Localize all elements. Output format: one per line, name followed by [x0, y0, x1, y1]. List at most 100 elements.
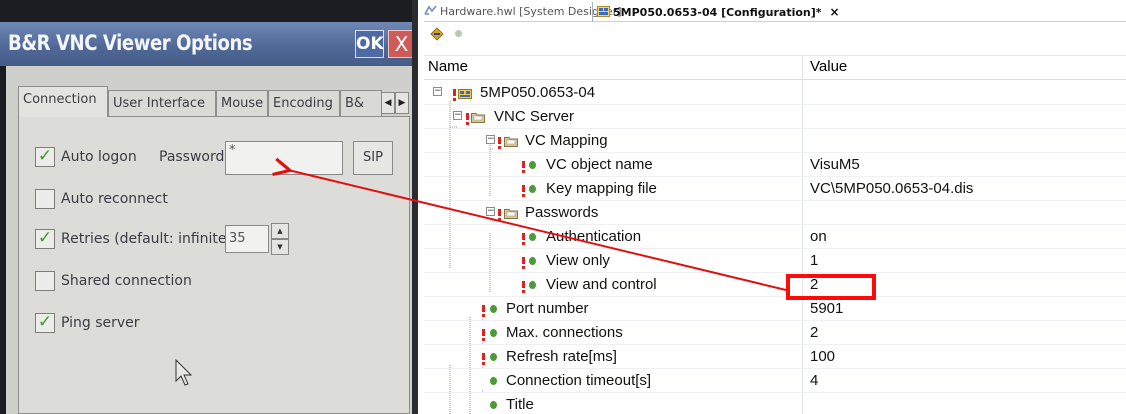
parameter-icon [490, 353, 497, 361]
parameter-icon [490, 329, 497, 337]
row-name: Max. connections [506, 324, 623, 341]
tab-label: 5MP050.0653-04 [Configuration]* [613, 6, 822, 19]
row-value[interactable]: 4 [810, 372, 818, 389]
tree-row-refresh-rate[interactable]: Refresh rate[ms] 100 [424, 345, 1126, 369]
parameter-icon [529, 233, 536, 241]
tab-strip: Connection User Interface Mouse Encoding… [18, 86, 410, 117]
tab-mouse[interactable]: Mouse [216, 90, 268, 116]
row-name: Title [506, 396, 534, 413]
error-marker-icon [522, 181, 525, 197]
close-button[interactable]: X [388, 30, 415, 58]
retries-checkbox[interactable]: ✓ [35, 229, 55, 249]
error-marker-icon [482, 325, 485, 341]
spin-down-icon[interactable]: ▼ [271, 239, 289, 255]
row-name: VNC Server [494, 108, 575, 125]
auto-reconnect-label: Auto reconnect [61, 191, 168, 207]
value-column-header[interactable]: Value [810, 58, 847, 75]
tree-row-title[interactable]: Title [424, 393, 1126, 414]
mouse-pointer-icon [175, 359, 193, 386]
auto-reconnect-checkbox[interactable] [35, 189, 55, 209]
error-marker-icon [522, 277, 525, 293]
error-marker-icon [453, 85, 456, 101]
spin-up-icon[interactable]: ▲ [271, 223, 289, 239]
check-icon: ✓ [37, 146, 53, 166]
tab-scroll-left-icon[interactable]: ◀ [381, 92, 395, 114]
row-name: Connection timeout[s] [506, 372, 652, 389]
auto-logon-checkbox[interactable]: ✓ [35, 147, 55, 167]
tab-encoding[interactable]: Encoding [268, 90, 340, 116]
document-tab-strip: Hardware.hwl [System Designer] 5MP050.06… [424, 0, 1126, 22]
row-value[interactable]: 2 [810, 324, 818, 341]
row-name: Key mapping file [546, 180, 657, 197]
tree-row-device[interactable]: − 5MP050.0653-04 [424, 81, 1126, 105]
row-name: 5MP050.0653-04 [480, 84, 596, 101]
row-name: Authentication [546, 228, 642, 245]
tree-row-vnc-server[interactable]: − VNC Server [424, 105, 1126, 129]
tab-more[interactable]: B& [340, 90, 382, 116]
error-marker-icon [498, 205, 501, 221]
retries-input[interactable]: 35 [225, 225, 269, 253]
tab-scroll-buttons: ◀ ▶ [381, 92, 409, 114]
error-marker-icon [522, 229, 525, 245]
ping-server-label: Ping server [61, 315, 140, 331]
folder-icon [471, 113, 485, 123]
tab-configuration[interactable]: 5MP050.0653-04 [Configuration]* × [592, 2, 862, 22]
collapse-icon[interactable]: − [486, 207, 495, 216]
check-icon: ✓ [37, 228, 53, 248]
tab-user-interface[interactable]: User Interface [108, 90, 216, 116]
ok-button[interactable]: OK [355, 30, 384, 58]
tree-row-connection-timeout[interactable]: Connection timeout[s] 4 [424, 369, 1126, 393]
parameter-icon [529, 281, 536, 289]
error-marker-icon [482, 301, 485, 317]
sip-button[interactable]: SIP [353, 141, 393, 175]
password-input[interactable]: * [225, 141, 343, 175]
tab-scroll-right-icon[interactable]: ▶ [395, 92, 409, 114]
row-value[interactable]: 100 [810, 348, 835, 365]
row-value[interactable]: 5901 [810, 300, 843, 317]
tree-row-max-connections[interactable]: Max. connections 2 [424, 321, 1126, 345]
ping-server-checkbox[interactable]: ✓ [35, 313, 55, 333]
tree-row-key-mapping-file[interactable]: Key mapping file VC\5MP050.0653-04.dis [424, 177, 1126, 201]
row-value[interactable]: VisuM5 [810, 156, 860, 173]
tree-row-view-only[interactable]: View only 1 [424, 249, 1126, 273]
retries-label: Retries (default: infinite): [61, 231, 237, 247]
highlight-box [786, 274, 876, 300]
error-marker-icon [522, 253, 525, 269]
collapse-icon[interactable]: − [486, 135, 495, 144]
shared-connection-label: Shared connection [61, 273, 192, 289]
vnc-viewer-options-dialog: B&R VNC Viewer Options OK X Connection U… [0, 0, 418, 414]
parameter-icon [529, 257, 536, 265]
error-marker-icon [482, 349, 485, 365]
collapse-icon[interactable]: − [433, 87, 442, 96]
system-designer-icon [424, 5, 437, 15]
tree-row-vc-object-name[interactable]: VC object name VisuM5 [424, 153, 1126, 177]
dialog-body: Connection User Interface Mouse Encoding… [6, 66, 412, 414]
device-icon [458, 89, 472, 99]
error-marker-icon [498, 133, 501, 149]
parameter-icon [490, 377, 497, 385]
parameter-icon [529, 161, 536, 169]
row-value[interactable]: 1 [810, 252, 818, 269]
row-name: VC Mapping [525, 132, 608, 149]
row-value[interactable]: VC\5MP050.0653-04.dis [810, 180, 973, 197]
tree-row-passwords[interactable]: − Passwords [424, 201, 1126, 225]
photo-edge [412, 0, 418, 414]
status-dot-icon [455, 30, 462, 37]
tab-connection[interactable]: Connection [18, 86, 108, 117]
parameter-icon [490, 401, 497, 409]
tree-row-vc-mapping[interactable]: − VC Mapping [424, 129, 1126, 153]
editor-toolbar [424, 23, 1126, 45]
close-tab-icon[interactable]: × [830, 5, 840, 19]
row-name: View only [546, 252, 610, 269]
tree-row-port-number[interactable]: Port number 5901 [424, 297, 1126, 321]
collapse-icon[interactable]: − [453, 111, 462, 120]
row-name: View and control [546, 276, 657, 293]
navigate-icon[interactable] [430, 27, 444, 41]
tab-hardware-hwl[interactable]: Hardware.hwl [System Designer] [424, 2, 622, 22]
shared-connection-checkbox[interactable] [35, 271, 55, 291]
error-marker-icon [466, 109, 469, 125]
row-value[interactable]: on [810, 228, 827, 245]
tree-row-view-and-control[interactable]: View and control 2 [424, 273, 1126, 297]
folder-icon [504, 209, 518, 219]
tree-row-authentication[interactable]: Authentication on [424, 225, 1126, 249]
